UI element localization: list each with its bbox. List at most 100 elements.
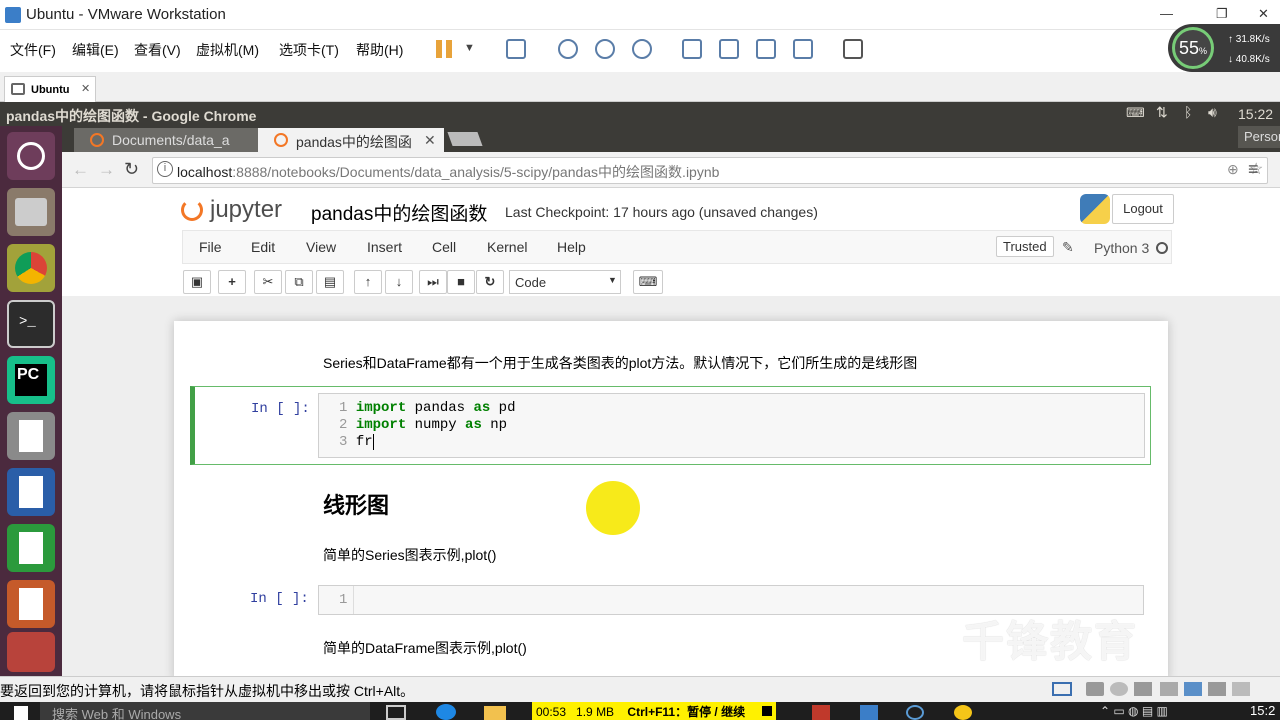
cd-icon[interactable]: [1110, 682, 1128, 696]
snapshot-icon[interactable]: [558, 39, 578, 59]
move-up-icon[interactable]: ↑: [354, 270, 382, 294]
software-center-icon[interactable]: [7, 632, 55, 672]
menu-help[interactable]: Help: [557, 239, 586, 255]
terminal-icon[interactable]: >_: [7, 300, 55, 348]
pycharm-icon[interactable]: PC: [7, 356, 55, 404]
restart-icon[interactable]: ↻: [476, 270, 504, 294]
usb-icon[interactable]: [1184, 682, 1202, 696]
system-tray-icons[interactable]: ⌃ ▭ ◍ ▤ ▥: [1100, 704, 1168, 718]
tab-ubuntu[interactable]: Ubuntu ✕: [4, 76, 96, 102]
wifi-taskbar-icon[interactable]: [906, 705, 924, 720]
search-box[interactable]: 搜索 Web 和 Windows: [40, 702, 370, 720]
section-heading[interactable]: 线形图: [323, 488, 389, 520]
network-icon[interactable]: ⇅: [1156, 104, 1168, 121]
unity-icon[interactable]: [793, 39, 813, 59]
fullscreen-icon[interactable]: [756, 39, 776, 59]
notebook-name[interactable]: pandas中的绘图函数: [311, 199, 487, 226]
close-tab-icon[interactable]: ✕: [424, 132, 436, 149]
menu-cell[interactable]: Cell: [432, 239, 456, 255]
stop-icon[interactable]: [762, 706, 772, 716]
revert-snapshot-icon[interactable]: [595, 39, 615, 59]
trusted-indicator[interactable]: Trusted: [996, 236, 1054, 257]
thumbnail-bar-icon[interactable]: [719, 39, 739, 59]
menu-file[interactable]: 文件(F): [10, 40, 56, 60]
show-library-icon[interactable]: [682, 39, 702, 59]
calc-icon[interactable]: [7, 524, 55, 572]
interrupt-icon[interactable]: ■: [447, 270, 475, 294]
markdown-cell[interactable]: 简单的DataFrame图表示例,plot(): [323, 638, 527, 658]
network-adapter-icon[interactable]: [1134, 682, 1152, 696]
save-icon[interactable]: ▣: [183, 270, 211, 294]
pause-icon-bar[interactable]: [446, 40, 452, 58]
menu-tabs[interactable]: 选项卡(T): [279, 40, 339, 60]
paste-icon[interactable]: ▤: [316, 270, 344, 294]
copy-icon[interactable]: ⧉: [285, 270, 313, 294]
menu-view[interactable]: View: [306, 239, 336, 255]
menu-help[interactable]: 帮助(H): [356, 40, 403, 60]
bluetooth-icon[interactable]: ᛒ: [1184, 104, 1192, 120]
menu-vm[interactable]: 虚拟机(M): [196, 40, 259, 60]
chrome-tab-pandas[interactable]: pandas中的绘图函 ✕: [258, 128, 444, 152]
files-icon[interactable]: [7, 188, 55, 236]
menu-file[interactable]: File: [199, 239, 222, 255]
display-settings-icon[interactable]: [1232, 682, 1250, 696]
chrome-icon[interactable]: [7, 244, 55, 292]
menu-insert[interactable]: Insert: [367, 239, 402, 255]
info-icon[interactable]: i: [157, 161, 173, 177]
printer-icon[interactable]: [1160, 682, 1178, 696]
close-icon[interactable]: ✕: [1258, 6, 1269, 22]
profile-button[interactable]: Person: [1238, 126, 1280, 148]
snapshot-manager-icon[interactable]: [632, 39, 652, 59]
new-tab-button[interactable]: [447, 132, 483, 146]
back-icon[interactable]: ←: [72, 160, 89, 180]
writer-icon[interactable]: [7, 468, 55, 516]
markdown-cell[interactable]: 简单的Series图表示例,plot(): [323, 545, 496, 565]
address-bar[interactable]: i localhost:8888/notebooks/Documents/dat…: [152, 157, 1268, 184]
menu-edit[interactable]: 编辑(E): [72, 40, 119, 60]
code-line: 3 fr: [339, 434, 374, 451]
menu-view[interactable]: 查看(V): [134, 40, 181, 60]
console-view-icon[interactable]: [843, 39, 863, 59]
menu-edit[interactable]: Edit: [251, 239, 275, 255]
chrome-tab-documents[interactable]: Documents/data_a: [74, 128, 260, 152]
run-icon[interactable]: ⏭: [419, 270, 447, 294]
menu-kernel[interactable]: Kernel: [487, 239, 527, 255]
volume-icon[interactable]: 🔊︎: [1208, 104, 1217, 121]
task-view-icon[interactable]: [386, 705, 406, 720]
text-editor-icon[interactable]: [7, 412, 55, 460]
edge-icon[interactable]: [436, 704, 456, 720]
cell-type-select[interactable]: Code ▼: [509, 270, 621, 294]
app-icon-red[interactable]: [812, 705, 830, 720]
dash-icon[interactable]: [7, 132, 55, 180]
display-icon[interactable]: [1052, 682, 1072, 696]
pause-icon[interactable]: [436, 40, 442, 58]
app-icon-yellow[interactable]: [954, 705, 972, 720]
taskbar-clock[interactable]: 15:2: [1250, 703, 1275, 718]
windows-start-icon[interactable]: [14, 706, 28, 720]
vmware-taskbar-icon[interactable]: [860, 705, 878, 720]
keyboard-shortcuts-icon[interactable]: ⌨: [633, 270, 663, 294]
close-tab-icon[interactable]: ✕: [81, 82, 90, 95]
code-cell-selected[interactable]: In [ ]: 1 import pandas as pd 2 import n…: [190, 386, 1151, 465]
code-editor[interactable]: 1 import pandas as pd 2 import numpy as …: [318, 393, 1145, 458]
chevron-down-icon[interactable]: ▼: [464, 42, 475, 54]
cut-icon[interactable]: ✂: [254, 270, 282, 294]
maximize-icon[interactable]: ❐: [1216, 6, 1228, 22]
markdown-cell[interactable]: Series和DataFrame都有一个用于生成各类图表的plot方法。默认情况…: [323, 353, 917, 373]
sound-icon[interactable]: [1208, 682, 1226, 696]
logout-button[interactable]: Logout: [1112, 194, 1174, 224]
hard-disk-icon[interactable]: [1086, 682, 1104, 696]
chrome-menu-icon[interactable]: ≡: [1248, 159, 1259, 180]
keyboard-icon[interactable]: ⌨: [1126, 105, 1145, 121]
move-down-icon[interactable]: ↓: [385, 270, 413, 294]
zoom-icon[interactable]: ⊕: [1227, 161, 1239, 178]
insert-cell-icon[interactable]: +: [218, 270, 246, 294]
file-explorer-icon[interactable]: [484, 706, 506, 720]
send-keys-icon[interactable]: [506, 39, 526, 59]
minimize-icon[interactable]: —: [1160, 6, 1173, 21]
clock[interactable]: 15:22: [1238, 106, 1273, 122]
jupyter-logo-text[interactable]: jupyter: [210, 196, 282, 224]
impress-icon[interactable]: [7, 580, 55, 628]
forward-icon[interactable]: →: [98, 160, 115, 180]
reload-icon[interactable]: ↻: [124, 159, 139, 180]
